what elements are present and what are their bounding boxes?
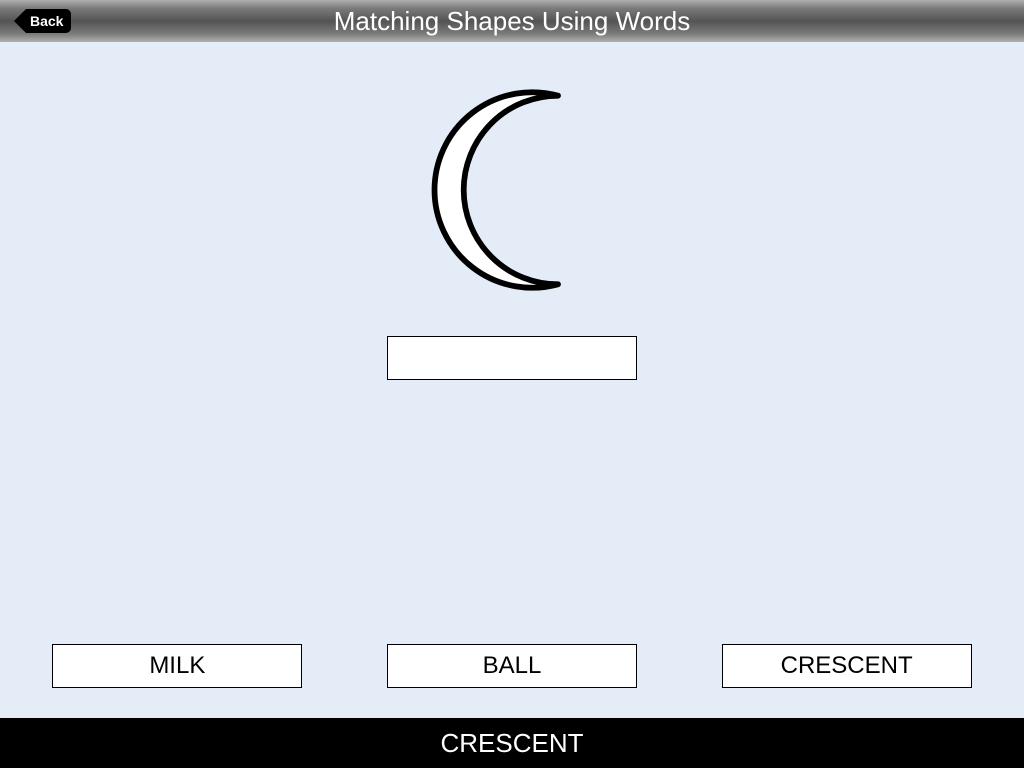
footer-bar: CRESCENT [0,718,1024,768]
option-crescent[interactable]: CRESCENT [722,644,972,688]
page-title: Matching Shapes Using Words [334,6,690,37]
option-ball[interactable]: BALL [387,644,637,688]
answer-slot[interactable] [387,336,637,380]
options-row: MILK BALL CRESCENT [0,644,1024,688]
header-bar: Back Matching Shapes Using Words [0,0,1024,42]
back-button[interactable]: Back [14,9,71,33]
back-button-label: Back [26,9,71,33]
option-label: BALL [483,652,542,680]
shape-display [382,60,642,320]
back-arrow-icon [14,9,26,33]
option-label: MILK [149,652,205,680]
option-label: CRESCENT [781,652,913,680]
footer-answer: CRESCENT [440,728,583,759]
option-milk[interactable]: MILK [52,644,302,688]
crescent-icon [397,75,627,305]
main-content: MILK BALL CRESCENT [0,42,1024,718]
